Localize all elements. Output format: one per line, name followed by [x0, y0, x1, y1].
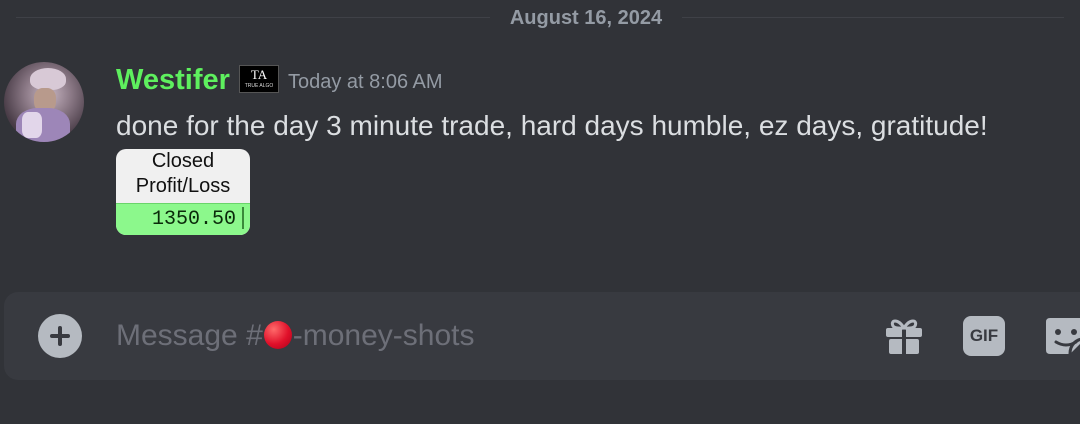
placeholder-suffix: -money-shots	[292, 319, 475, 352]
role-badge-mark: TA	[250, 67, 268, 82]
username[interactable]: Westifer	[116, 63, 230, 97]
avatar-scarf	[22, 112, 42, 138]
image-attachment[interactable]: Closed Profit/Loss 1350.50	[116, 149, 250, 235]
message-input[interactable]: Message # -money-shots	[116, 318, 474, 354]
attachment-header-line1: Closed	[151, 150, 215, 172]
sticker-icon[interactable]	[1044, 316, 1080, 356]
avatar-hat	[30, 68, 66, 90]
message-timestamp[interactable]: Today at 8:06 AM	[288, 70, 443, 94]
attachment-value: 1350.50	[151, 208, 236, 231]
attachment-value-cell: 1350.50	[116, 203, 250, 235]
divider-line-left	[16, 17, 490, 18]
placeholder-prefix: Message #	[116, 319, 263, 352]
date-divider: August 16, 2024	[0, 6, 1080, 30]
attachment-cell-edge	[242, 207, 244, 229]
message-content: done for the day 3 minute trade, hard da…	[116, 110, 988, 141]
add-icon-vertical	[58, 326, 62, 346]
red-circle-icon	[263, 321, 292, 349]
attachment-header-line2: Profit/Loss	[135, 175, 231, 197]
divider-date-label: August 16, 2024	[509, 7, 663, 29]
gift-icon[interactable]	[884, 316, 924, 356]
role-badge-sub: TRUE ALGO	[244, 83, 274, 89]
chat-view: August 16, 2024 Westifer TA TRUE ALGO To…	[0, 0, 1080, 424]
role-badge-icon[interactable]: TA TRUE ALGO	[239, 65, 279, 93]
gif-icon[interactable]: GIF	[963, 316, 1005, 356]
divider-line-right	[682, 17, 1064, 18]
add-icon[interactable]	[38, 314, 82, 358]
avatar[interactable]	[4, 62, 84, 142]
